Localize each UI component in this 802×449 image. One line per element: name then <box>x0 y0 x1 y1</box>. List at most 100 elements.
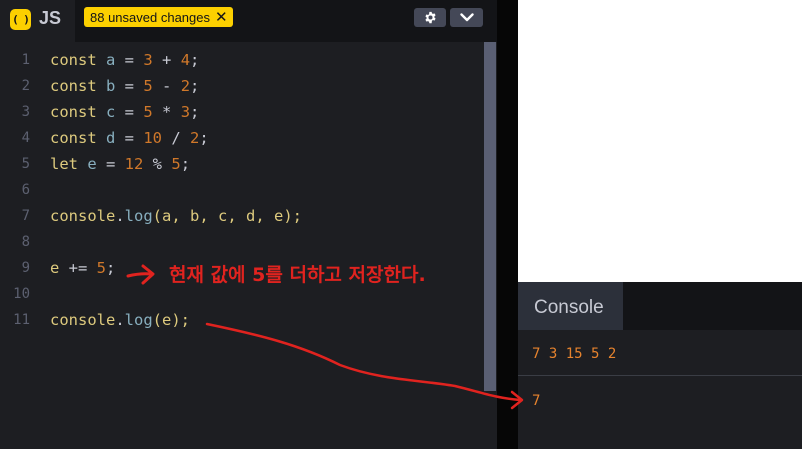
code-area[interactable]: 1 const a = 3 + 4; 2 const b = 5 - 2; 3 const… <box>0 47 484 333</box>
line-number: 4 <box>21 130 30 146</box>
annotation-text: 현재 값에 5를 더하고 저장한다. <box>169 264 426 286</box>
line-number: 7 <box>21 208 30 224</box>
code-token: let <box>50 155 88 173</box>
code-token: 10 <box>143 129 163 147</box>
code-text: const a = 3 + 4; <box>50 47 199 73</box>
code-line[interactable]: 7 console.log(a, b, c, d, e); <box>0 203 484 229</box>
code-token: + <box>152 51 181 69</box>
line-number: 11 <box>13 312 30 328</box>
editor-header: ( ) JS 88 unsaved changes ✕ <box>0 0 497 42</box>
code-token: ; <box>180 155 191 173</box>
code-token: ; <box>106 259 116 277</box>
code-token: console <box>50 207 116 225</box>
js-editor-pane: ( ) JS 88 unsaved changes ✕ 1 const a = 3… <box>0 0 497 449</box>
console-output-line: 7 <box>532 393 541 409</box>
code-text: const c = 5 * 3; <box>50 99 199 125</box>
code-token: (e); <box>152 311 190 329</box>
unsaved-changes-label: 88 unsaved changes <box>90 9 210 25</box>
collapse-button[interactable] <box>450 8 483 27</box>
code-line[interactable]: 2 const b = 5 - 2; <box>0 73 484 99</box>
code-text: console.log(e); <box>50 307 190 333</box>
code-line[interactable]: 6 <box>0 177 484 203</box>
code-token: = <box>115 129 144 147</box>
code-token: . <box>115 207 125 225</box>
code-token: = <box>115 103 144 121</box>
code-token: ; <box>199 129 209 147</box>
code-token: 2 <box>190 129 200 147</box>
code-token: log <box>124 207 153 225</box>
code-token: = <box>96 155 125 173</box>
code-token: e <box>87 155 97 173</box>
settings-button[interactable] <box>414 8 446 27</box>
code-token: - <box>152 77 181 95</box>
code-token: 5 <box>143 77 153 95</box>
code-token: d <box>106 129 116 147</box>
console-output-line: 7 3 15 5 2 <box>532 346 617 362</box>
code-token: ; <box>190 51 200 69</box>
console-header: Console <box>518 282 802 330</box>
code-token: const <box>50 103 106 121</box>
close-icon[interactable]: ✕ <box>215 9 228 25</box>
code-text: const d = 10 / 2; <box>50 125 209 151</box>
line-number: 2 <box>21 78 30 94</box>
code-token: 5 <box>143 103 153 121</box>
code-text: console.log(a, b, c, d, e); <box>50 203 302 229</box>
line-number: 5 <box>21 156 30 172</box>
code-text: let e = 12 % 5; <box>50 151 190 177</box>
console-pane: Console 7 3 15 5 2 7 <box>518 282 802 449</box>
line-number: 1 <box>21 52 30 68</box>
tab-title: JS <box>39 8 62 28</box>
code-token: console <box>50 311 116 329</box>
code-token: 4 <box>180 51 191 69</box>
code-token: 3 <box>143 51 153 69</box>
gear-icon <box>424 11 436 24</box>
code-token: = <box>115 77 144 95</box>
code-token: ; <box>190 103 200 121</box>
code-token: const <box>50 51 106 69</box>
code-token: % <box>143 155 172 173</box>
code-line[interactable]: 4 const d = 10 / 2; <box>0 125 484 151</box>
line-number: 3 <box>21 104 30 120</box>
code-token: const <box>50 77 106 95</box>
code-line[interactable]: 5 let e = 12 % 5; <box>0 151 484 177</box>
code-text: const b = 5 - 2; <box>50 73 199 99</box>
code-token: (a, b, c, d, e); <box>152 207 302 225</box>
code-token: e <box>50 259 60 277</box>
line-number: 8 <box>21 234 30 250</box>
code-text: e += 5; <box>50 255 115 281</box>
result-preview <box>518 0 802 282</box>
code-token: 5 <box>96 259 107 277</box>
code-token: * <box>152 103 181 121</box>
code-token: c <box>106 103 116 121</box>
code-token: log <box>124 311 153 329</box>
code-line[interactable]: 1 const a = 3 + 4; <box>0 47 484 73</box>
code-line[interactable]: 3 const c = 5 * 3; <box>0 99 484 125</box>
js-tab[interactable]: ( ) JS <box>0 0 75 42</box>
code-token: 3 <box>180 103 191 121</box>
code-token: / <box>162 129 191 147</box>
editor-scrollbar[interactable] <box>484 42 496 391</box>
line-number: 6 <box>21 182 30 198</box>
js-logo-text: ( ) <box>12 13 30 26</box>
code-token: a <box>106 51 116 69</box>
console-tab[interactable]: Console <box>518 282 623 330</box>
code-line[interactable]: 8 <box>0 229 484 255</box>
code-token: 2 <box>180 77 191 95</box>
code-token: const <box>50 129 106 147</box>
code-token: b <box>106 77 116 95</box>
code-token: 5 <box>171 155 181 173</box>
line-number: 10 <box>13 286 30 302</box>
chevron-down-icon <box>459 13 474 22</box>
js-logo-icon: ( ) <box>10 9 31 30</box>
code-token: ; <box>190 77 200 95</box>
line-number: 9 <box>21 260 30 276</box>
code-token: += <box>59 259 97 277</box>
code-token: = <box>115 51 144 69</box>
pane-resize-divider[interactable] <box>497 0 518 449</box>
console-title: Console <box>534 297 604 318</box>
console-divider <box>518 375 802 376</box>
code-token: 12 <box>124 155 144 173</box>
code-token: . <box>115 311 125 329</box>
code-line[interactable]: 11 console.log(e); <box>0 307 484 333</box>
unsaved-changes-badge[interactable]: 88 unsaved changes ✕ <box>84 7 233 27</box>
